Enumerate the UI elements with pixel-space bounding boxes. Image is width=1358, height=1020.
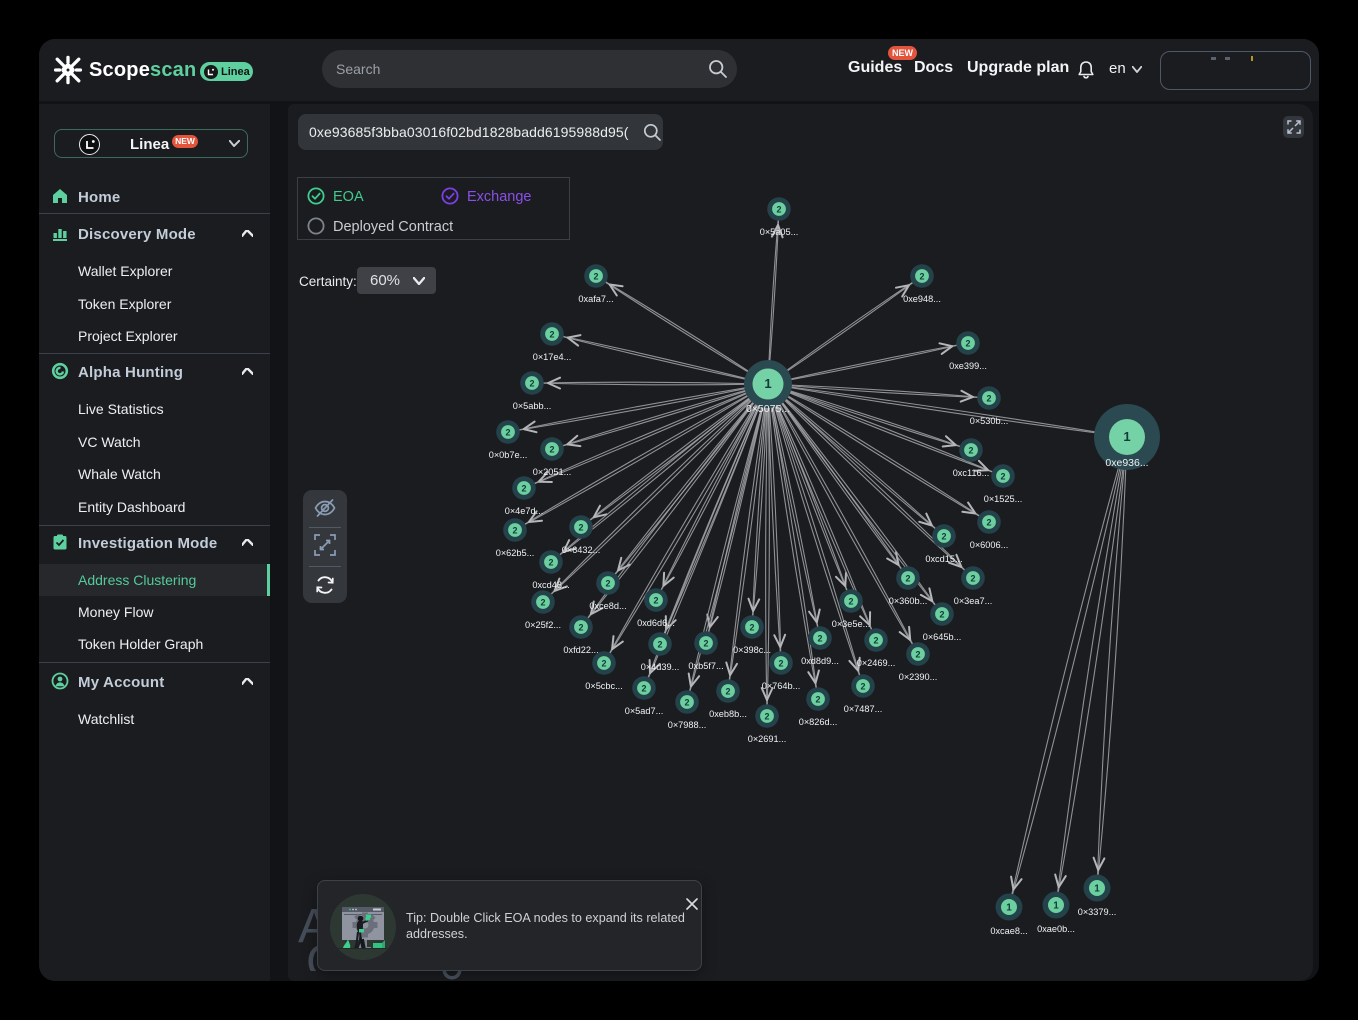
svg-text:2: 2 bbox=[605, 578, 610, 588]
svg-text:0×5ad7...: 0×5ad7... bbox=[625, 706, 664, 716]
svg-text:2: 2 bbox=[970, 573, 975, 583]
svg-text:0xe936...: 0xe936... bbox=[1105, 457, 1148, 469]
svg-text:0×645b...: 0×645b... bbox=[923, 632, 962, 642]
svg-text:0×360b...: 0×360b... bbox=[889, 596, 928, 606]
svg-text:2: 2 bbox=[860, 681, 865, 691]
svg-text:0×530b...: 0×530b... bbox=[970, 416, 1009, 426]
svg-text:2: 2 bbox=[986, 393, 991, 403]
svg-text:0xb5f7...: 0xb5f7... bbox=[688, 661, 723, 671]
svg-text:0xcd15...: 0xcd15... bbox=[925, 554, 962, 564]
svg-text:2: 2 bbox=[540, 597, 545, 607]
svg-text:0×25f2...: 0×25f2... bbox=[525, 620, 561, 630]
svg-text:2: 2 bbox=[641, 683, 646, 693]
svg-text:0×764b...: 0×764b... bbox=[762, 681, 801, 691]
svg-text:2: 2 bbox=[941, 531, 946, 541]
svg-text:0xae0b...: 0xae0b... bbox=[1037, 924, 1075, 934]
svg-text:0xd8d9...: 0xd8d9... bbox=[801, 656, 839, 666]
svg-text:2: 2 bbox=[578, 522, 583, 532]
svg-text:2: 2 bbox=[778, 658, 783, 668]
svg-text:1: 1 bbox=[1053, 901, 1059, 912]
svg-text:0xce8d...: 0xce8d... bbox=[589, 601, 626, 611]
svg-text:2: 2 bbox=[549, 329, 554, 339]
svg-text:2: 2 bbox=[549, 444, 554, 454]
svg-text:2: 2 bbox=[1000, 471, 1005, 481]
svg-text:0×5075...: 0×5075... bbox=[746, 403, 790, 415]
svg-text:2: 2 bbox=[505, 427, 510, 437]
svg-text:2: 2 bbox=[919, 271, 924, 281]
svg-text:0×4d39...: 0×4d39... bbox=[641, 662, 680, 672]
svg-text:0xafa7...: 0xafa7... bbox=[578, 294, 613, 304]
svg-text:0×1525...: 0×1525... bbox=[984, 494, 1023, 504]
svg-text:0×0b7e...: 0×0b7e... bbox=[489, 450, 528, 460]
svg-text:0×3379...: 0×3379... bbox=[1078, 907, 1117, 917]
svg-text:2: 2 bbox=[817, 633, 822, 643]
svg-text:2: 2 bbox=[653, 595, 658, 605]
svg-text:2: 2 bbox=[764, 711, 769, 721]
svg-text:0xeb8b...: 0xeb8b... bbox=[709, 709, 747, 719]
svg-text:0xcae8...: 0xcae8... bbox=[990, 926, 1027, 936]
svg-text:2: 2 bbox=[529, 378, 534, 388]
svg-text:0×5a05...: 0×5a05... bbox=[760, 227, 799, 237]
svg-text:2: 2 bbox=[749, 622, 754, 632]
svg-text:1: 1 bbox=[1094, 884, 1100, 895]
svg-text:0×398c...: 0×398c... bbox=[733, 645, 771, 655]
svg-text:2: 2 bbox=[684, 697, 689, 707]
svg-text:0×6432...: 0×6432... bbox=[562, 545, 601, 555]
svg-text:2: 2 bbox=[965, 338, 970, 348]
svg-text:2: 2 bbox=[521, 483, 526, 493]
svg-text:0×3ea7...: 0×3ea7... bbox=[954, 596, 993, 606]
svg-text:2: 2 bbox=[657, 639, 662, 649]
svg-text:0xc116...: 0xc116... bbox=[953, 468, 990, 478]
svg-text:0xe948...: 0xe948... bbox=[903, 294, 941, 304]
svg-text:2: 2 bbox=[703, 638, 708, 648]
svg-text:2: 2 bbox=[968, 445, 973, 455]
svg-text:0xfd22...: 0xfd22... bbox=[563, 645, 598, 655]
svg-text:0×5cbc...: 0×5cbc... bbox=[585, 681, 623, 691]
svg-text:0×3e5e...: 0×3e5e... bbox=[832, 619, 871, 629]
svg-text:2: 2 bbox=[601, 658, 606, 668]
svg-text:2: 2 bbox=[915, 649, 920, 659]
svg-text:0×6006...: 0×6006... bbox=[970, 540, 1009, 550]
svg-text:1: 1 bbox=[1123, 429, 1130, 444]
svg-text:0×5abb...: 0×5abb... bbox=[513, 401, 552, 411]
svg-text:1: 1 bbox=[764, 376, 771, 391]
svg-text:2: 2 bbox=[873, 635, 878, 645]
svg-text:2: 2 bbox=[776, 204, 781, 214]
svg-text:2: 2 bbox=[725, 686, 730, 696]
svg-text:0×62b5...: 0×62b5... bbox=[496, 548, 535, 558]
svg-text:1: 1 bbox=[1006, 903, 1012, 914]
svg-text:2: 2 bbox=[848, 596, 853, 606]
svg-text:2: 2 bbox=[548, 557, 553, 567]
svg-text:0×826d...: 0×826d... bbox=[799, 717, 838, 727]
svg-text:0×4e7d...: 0×4e7d... bbox=[505, 506, 544, 516]
svg-text:2: 2 bbox=[986, 517, 991, 527]
svg-text:0×2051...: 0×2051... bbox=[533, 467, 572, 477]
svg-text:0×2390...: 0×2390... bbox=[899, 672, 938, 682]
svg-text:2: 2 bbox=[512, 525, 517, 535]
svg-text:0×2469...: 0×2469... bbox=[857, 658, 896, 668]
svg-text:2: 2 bbox=[593, 271, 598, 281]
svg-text:0xe399...: 0xe399... bbox=[949, 361, 987, 371]
svg-text:0×2691...: 0×2691... bbox=[748, 734, 787, 744]
svg-text:2: 2 bbox=[939, 609, 944, 619]
svg-text:2: 2 bbox=[815, 694, 820, 704]
svg-text:0xcd48...: 0xcd48... bbox=[532, 580, 569, 590]
svg-text:0×17e4...: 0×17e4... bbox=[533, 352, 572, 362]
svg-text:2: 2 bbox=[905, 573, 910, 583]
svg-text:0×7988...: 0×7988... bbox=[668, 720, 707, 730]
svg-text:2: 2 bbox=[578, 622, 583, 632]
svg-text:0×7487...: 0×7487... bbox=[844, 704, 883, 714]
svg-text:0xd6d6...: 0xd6d6... bbox=[637, 618, 675, 628]
